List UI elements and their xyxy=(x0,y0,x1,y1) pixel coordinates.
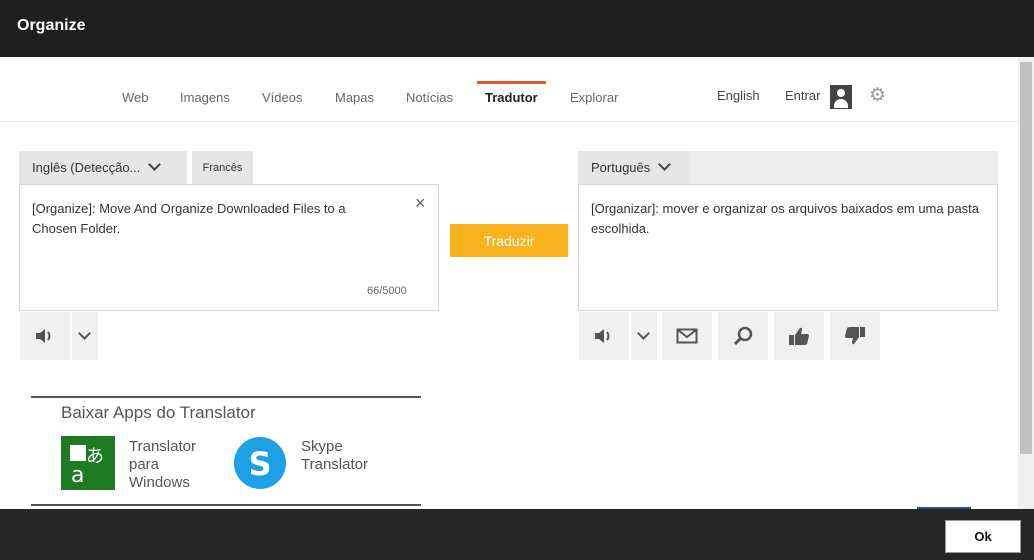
target-tabstrip-filler xyxy=(690,151,998,185)
browser-content: Web Imagens Vídeos Mapas Notícias Tradut… xyxy=(0,57,1018,509)
mail-icon xyxy=(676,328,698,344)
thumbs-up-icon xyxy=(789,327,809,345)
char-count: 66/5000 xyxy=(367,285,407,297)
nav-tab-mapas[interactable]: Mapas xyxy=(335,90,374,105)
top-navigation: Web Imagens Vídeos Mapas Notícias Tradut… xyxy=(0,57,1018,122)
gear-icon[interactable]: ⚙ xyxy=(869,86,886,105)
signin-link[interactable]: Entrar xyxy=(785,88,820,103)
target-text[interactable]: [Organizar]: mover e organizar os arquiv… xyxy=(591,199,981,239)
source-text-box[interactable]: [Organize]: Move And Organize Downloaded… xyxy=(19,184,439,311)
target-options-dropdown[interactable] xyxy=(631,312,657,360)
source-speaker-button[interactable] xyxy=(20,312,70,360)
chevron-down-icon xyxy=(658,158,672,171)
app-label-skype[interactable]: Skype Translator xyxy=(301,438,391,474)
close-icon[interactable]: × xyxy=(415,193,426,213)
source-text[interactable]: [Organize]: Move And Organize Downloaded… xyxy=(32,199,392,239)
dialog-footer: Ok xyxy=(0,509,1034,560)
svg-text:S: S xyxy=(248,445,271,483)
thumbs-up-button[interactable] xyxy=(774,312,824,360)
search-button[interactable] xyxy=(718,312,768,360)
target-language-selector[interactable]: Português xyxy=(578,151,690,185)
speaker-icon xyxy=(595,329,610,343)
nav-tab-noticias[interactable]: Notícias xyxy=(406,90,453,105)
window-title: Organize xyxy=(17,17,86,34)
nav-tab-explorar[interactable]: Explorar xyxy=(570,90,618,105)
nav-tab-imagens[interactable]: Imagens xyxy=(180,90,230,105)
language-link[interactable]: English xyxy=(717,88,760,103)
thumbs-down-button[interactable] xyxy=(830,312,880,360)
speaker-icon xyxy=(36,329,51,343)
app-label-translator[interactable]: Translator para Windows xyxy=(129,438,219,492)
svg-text:あ: あ xyxy=(86,446,104,467)
chevron-down-icon xyxy=(637,327,650,340)
translate-button[interactable]: Traduzir xyxy=(450,224,568,257)
nav-tab-tradutor[interactable]: Tradutor xyxy=(485,90,538,105)
title-bar: Organize xyxy=(0,0,1034,57)
source-language-selector[interactable]: Inglês (Detecção... xyxy=(19,151,187,185)
alt-language-label: Francês xyxy=(202,162,243,174)
apps-bottom-divider xyxy=(31,504,421,506)
target-speaker-button[interactable] xyxy=(579,312,629,360)
scrollbar-thumb[interactable] xyxy=(1020,62,1032,454)
thumbs-down-icon xyxy=(845,327,865,345)
svg-text:a: a xyxy=(71,463,84,488)
search-icon xyxy=(733,326,753,346)
vertical-scrollbar[interactable] xyxy=(1018,57,1034,509)
skype-icon[interactable]: S xyxy=(233,436,287,490)
chevron-down-icon xyxy=(78,327,91,340)
user-avatar-icon[interactable] xyxy=(830,85,852,109)
nav-tab-web[interactable]: Web xyxy=(122,90,149,105)
source-alt-language-tab[interactable]: Francês xyxy=(192,151,253,185)
chevron-down-icon xyxy=(148,158,162,171)
apps-section-title: Baixar Apps do Translator xyxy=(61,403,256,422)
nav-tab-videos[interactable]: Vídeos xyxy=(262,90,302,105)
target-language-label: Português xyxy=(591,160,651,175)
source-options-dropdown[interactable] xyxy=(72,312,98,360)
target-text-box: [Organizar]: mover e organizar os arquiv… xyxy=(578,184,998,311)
source-language-label: Inglês (Detecção... xyxy=(32,160,141,175)
email-button[interactable] xyxy=(662,312,712,360)
apps-top-divider xyxy=(31,396,421,398)
translator-icon[interactable]: あ a xyxy=(61,436,115,490)
active-tab-indicator xyxy=(477,81,546,84)
ok-button[interactable]: Ok xyxy=(945,520,1021,553)
